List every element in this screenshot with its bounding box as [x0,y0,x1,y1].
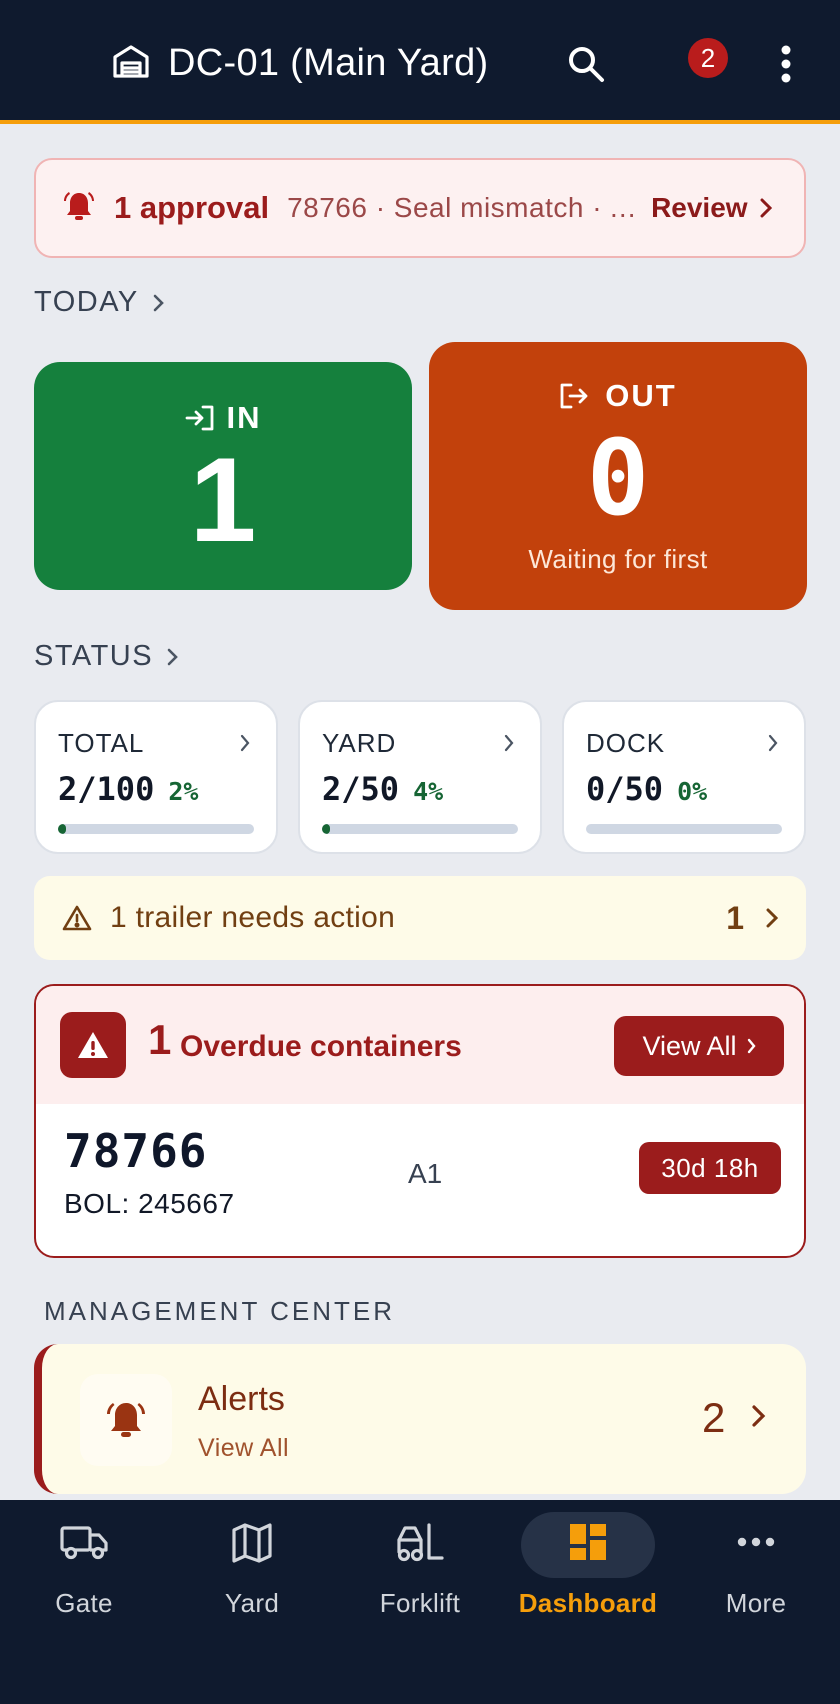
alerts-count: 2 [702,1394,726,1441]
trailer-action-text: 1 trailer needs action [110,901,396,934]
in-count: 1 [189,433,257,567]
truck-icon [60,1526,108,1560]
status-card-dock[interactable]: DOCK 0/50 0% [562,700,806,854]
status-card-value: 2/50 [322,770,400,808]
search-icon[interactable] [566,44,606,89]
out-label: OUT [605,378,677,413]
today-label: TODAY [34,286,139,318]
map-icon [232,1523,272,1563]
nav-label: Dashboard [518,1588,658,1618]
out-subtext: Waiting for first [528,544,708,574]
container-id: 78766 [64,1124,208,1178]
review-label: Review [651,192,748,223]
out-count: 0 [586,417,650,539]
review-button[interactable]: Review [651,192,772,224]
forklift-icon [397,1523,444,1562]
status-card-name: DOCK [586,728,666,758]
approval-banner[interactable]: 1 approval 78766 · Seal mismatch · Await… [34,158,806,258]
status-card-total[interactable]: TOTAL 2/100 2% [34,700,278,854]
container-location: A1 [408,1158,443,1189]
alerts-title: Alerts [198,1380,285,1418]
sign-out-icon [560,383,588,409]
status-progress-fill [322,824,330,834]
overdue-label: Overdue containers [180,1030,462,1063]
warehouse-icon [112,43,150,84]
trailer-action-count: 1 [726,899,744,936]
status-progress-bar [58,824,254,834]
nav-gate[interactable]: Gate [0,1500,168,1660]
nav-label: Forklift [379,1588,461,1618]
warning-triangle-icon [62,905,92,931]
alerts-card[interactable]: Alerts View All 2 [34,1344,806,1494]
chevron-right-icon [167,648,178,665]
status-progress-bar [586,824,782,834]
bottom-navigation: Gate Yard Forklift Dashboard More [0,1500,840,1704]
notification-count-badge[interactable]: 2 [688,38,728,78]
more-vert-icon[interactable] [780,44,792,89]
chevron-right-icon [760,198,772,218]
trailer-action-banner[interactable]: 1 trailer needs action 1 [34,876,806,960]
chevron-right-icon [752,1405,766,1427]
status-section-link[interactable]: STATUS [34,640,179,673]
chevron-right-icon [768,734,778,752]
overdue-header: 1 Overdue containers View All [36,986,804,1104]
alerts-subtitle: View All [198,1434,290,1462]
alert-bell-icon [80,1374,172,1466]
today-section-link[interactable]: TODAY [34,286,165,319]
chevron-right-icon [240,734,250,752]
nav-label: More [725,1588,787,1618]
nav-forklift[interactable]: Forklift [336,1500,504,1660]
chevron-right-icon [504,734,514,752]
more-horiz-icon [737,1537,775,1547]
status-card-percent: 0% [677,777,708,806]
app-header: DC-01 (Main Yard) 2 [0,0,840,124]
status-card-value: 2/100 [58,770,155,808]
site-title: DC-01 (Main Yard) [168,42,489,84]
view-all-overdue-button[interactable]: View All [614,1016,784,1076]
status-progress-fill [58,824,66,834]
status-card-yard[interactable]: YARD 2/50 4% [298,700,542,854]
status-progress-bar [322,824,518,834]
management-center-label: MANAGEMENT CENTER [44,1296,395,1326]
nav-label: Yard [224,1588,280,1618]
site-selector[interactable]: DC-01 (Main Yard) [112,42,488,85]
nav-yard[interactable]: Yard [168,1500,336,1660]
approval-detail: 78766 · Seal mismatch · Awaiting supervi… [287,192,637,223]
chevron-right-icon [747,1038,756,1054]
status-card-value: 0/50 [586,770,664,808]
overdue-container-row[interactable]: 78766 BOL: 245667 A1 30d 18h [36,1104,804,1256]
nav-dashboard[interactable]: Dashboard [504,1500,672,1660]
alarm-bell-icon [62,189,96,228]
overdue-containers-panel: 1 Overdue containers View All 78766 BOL:… [34,984,806,1258]
status-card-percent: 4% [413,777,444,806]
warning-icon [60,1012,126,1078]
approval-count: 1 approval [114,190,270,225]
chevron-right-icon [153,294,164,311]
status-label: STATUS [34,640,154,672]
nav-label: Gate [55,1588,113,1618]
container-age-badge: 30d 18h [639,1142,781,1194]
gate-in-card[interactable]: IN 1 [34,362,412,590]
nav-more[interactable]: More [672,1500,840,1660]
overdue-count: 1 [148,1016,172,1063]
chevron-right-icon [766,908,778,928]
dashboard-icon [570,1524,606,1560]
status-card-name: YARD [322,728,397,758]
gate-out-card[interactable]: OUT 0 Waiting for first [429,342,807,610]
container-bol: BOL: 245667 [64,1188,235,1219]
status-card-name: TOTAL [58,728,145,758]
status-card-percent: 2% [168,777,199,806]
view-all-label: View All [642,1030,737,1061]
